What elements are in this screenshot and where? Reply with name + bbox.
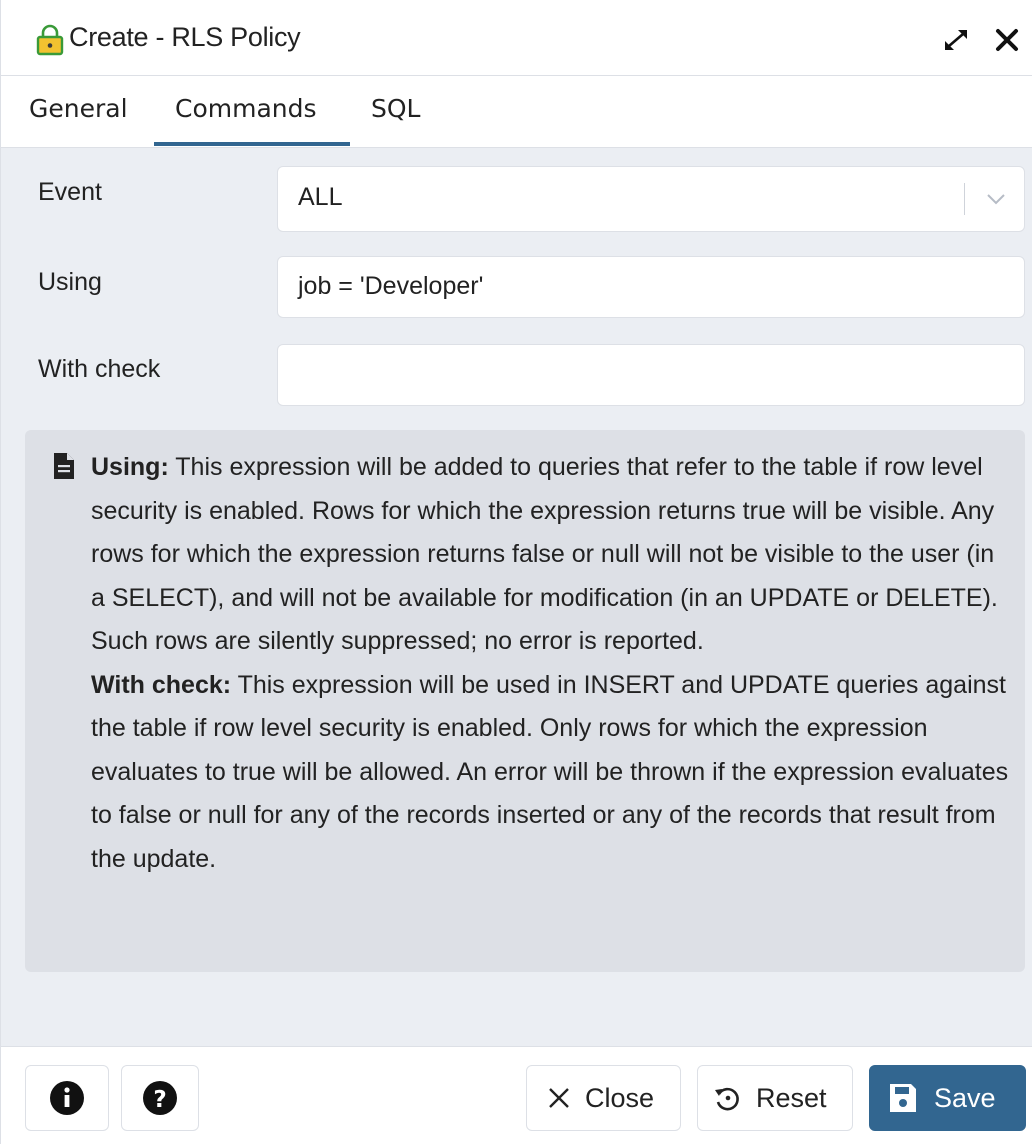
with-check-description: This expression will be used in INSERT a… [91,670,1009,873]
reset-button[interactable]: Reset [697,1065,853,1131]
with-check-heading: With check: [91,670,232,699]
info-icon [50,1081,84,1115]
reset-icon [715,1087,739,1111]
commands-panel: Event ALL Using job = 'Developer' With c… [1,148,1032,1046]
dialog-title: Create - RLS Policy [69,22,301,52]
expand-icon[interactable] [941,26,971,54]
reset-button-label: Reset [756,1083,827,1113]
help-button[interactable]: ? [121,1065,199,1131]
close-button-label: Close [585,1083,655,1113]
using-description: This expression will be added to queries… [91,453,998,655]
with-check-label: With check [38,355,161,383]
close-button[interactable]: Close [526,1065,681,1131]
using-field[interactable]: job = 'Developer' [277,256,1025,318]
event-label: Event [38,178,102,206]
help-note: Using: This expression will be added to … [25,430,1025,972]
tab-bar: General Commands SQL [1,76,1032,148]
create-rls-policy-dialog: Create - RLS Policy General Commands SQL… [0,0,1032,1144]
using-heading: Using: [91,453,169,481]
close-icon[interactable] [993,26,1021,54]
using-label: Using [38,268,102,296]
dialog-footer: ? Close Reset Save [1,1046,1032,1144]
active-tab-indicator [154,142,350,146]
document-icon [54,453,74,479]
tab-commands[interactable]: Commands [175,94,317,123]
help-text: Using: This expression will be added to … [91,446,1011,881]
lock-icon [36,24,64,56]
tab-general[interactable]: General [29,94,128,123]
save-icon [890,1084,916,1112]
close-icon [549,1088,569,1108]
event-select[interactable]: ALL [277,166,1025,232]
info-button[interactable] [25,1065,109,1131]
svg-text:?: ? [153,1087,166,1113]
save-button-label: Save [934,1083,996,1113]
tab-sql[interactable]: SQL [371,94,420,123]
select-separator [964,183,965,215]
with-check-field[interactable] [277,344,1025,406]
using-field-value: job = 'Developer' [298,272,484,300]
dialog-titlebar: Create - RLS Policy [1,0,1032,76]
save-button[interactable]: Save [869,1065,1026,1131]
event-select-value: ALL [298,183,343,211]
chevron-down-icon[interactable] [984,187,1008,211]
question-icon: ? [143,1081,177,1115]
